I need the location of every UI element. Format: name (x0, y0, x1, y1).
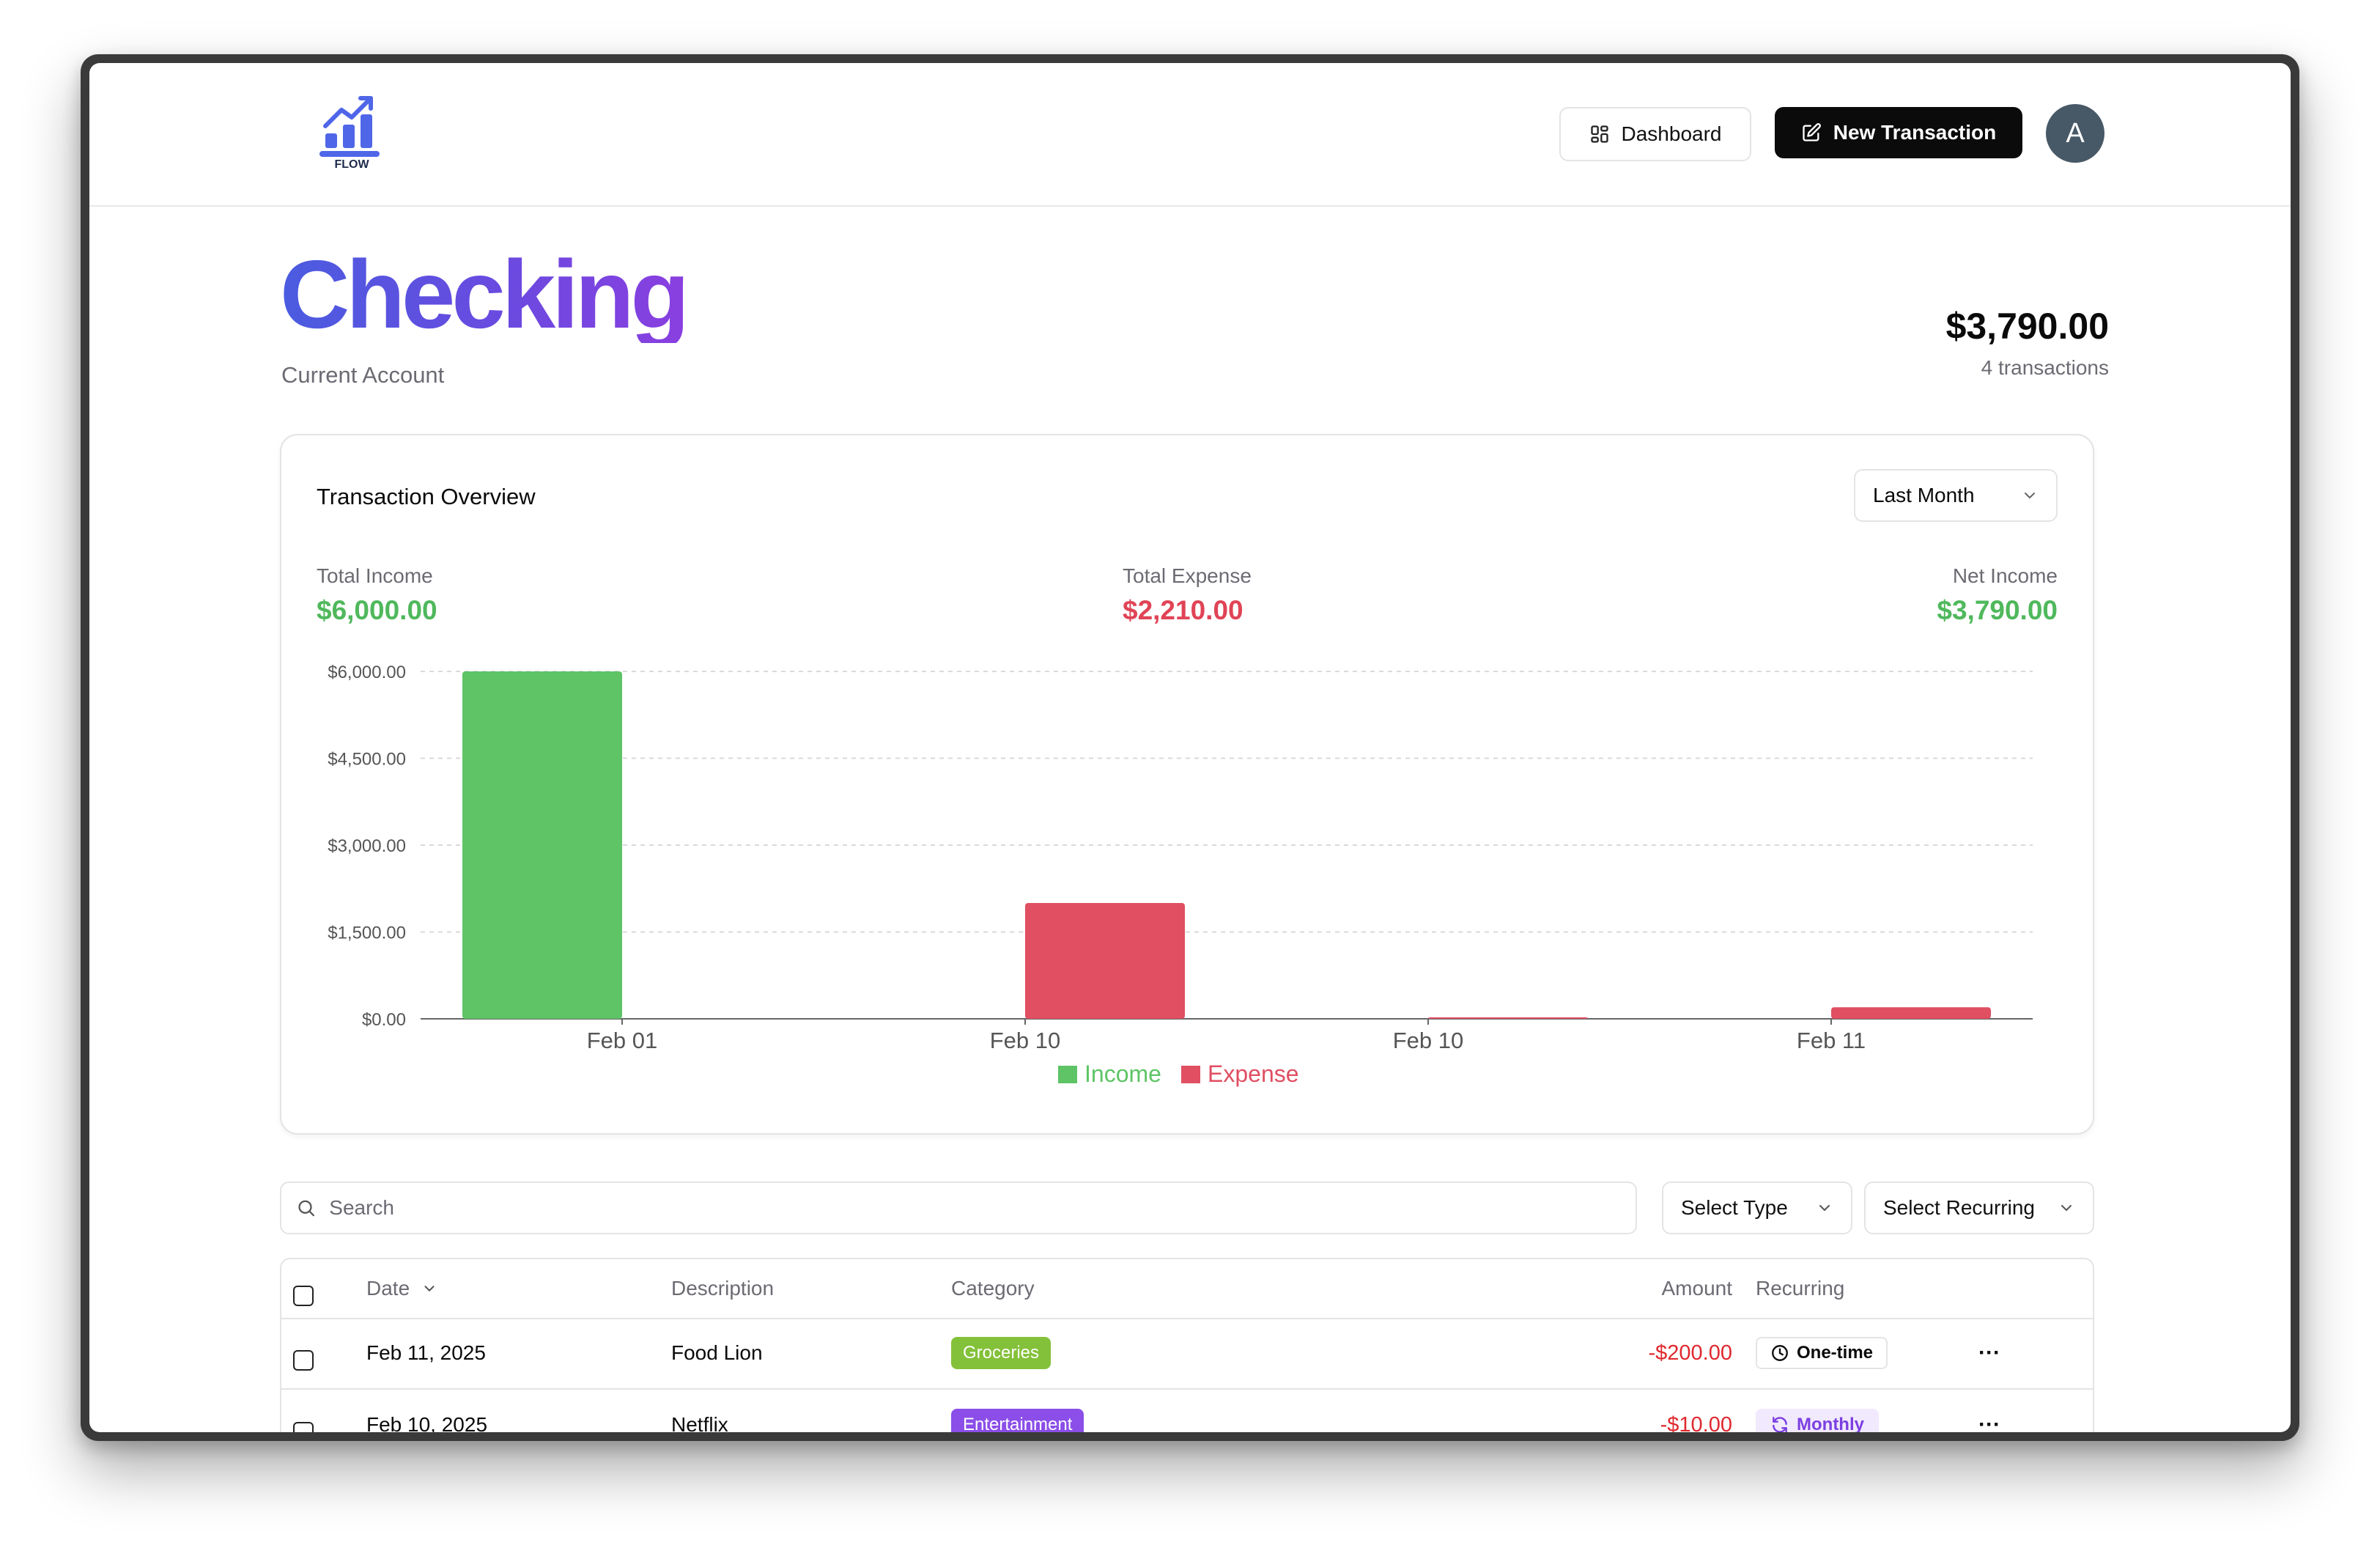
row-amount: -$200.00 (1648, 1341, 1733, 1365)
transaction-count: 4 transactions (1981, 356, 2109, 379)
flow-logo[interactable]: FLOW (315, 92, 388, 173)
row-checkbox[interactable] (293, 1350, 314, 1371)
x-tick-label: Feb 10 (1393, 1028, 1464, 1053)
category-badge: Groceries (951, 1337, 1052, 1369)
row-category-cell: Entertainment (951, 1390, 1084, 1432)
bar-expense (1025, 903, 1185, 1019)
row-checkbox[interactable] (293, 1422, 314, 1432)
user-avatar[interactable]: A (2046, 104, 2104, 163)
transaction-overview-card: Transaction Overview Last Month Total In… (280, 434, 2094, 1135)
table-row[interactable]: Feb 11, 2025 Food Lion Groceries -$200.0… (281, 1318, 2093, 1390)
bar-expense (1831, 1007, 1991, 1019)
recurring-select-label: Select Recurring (1883, 1196, 2035, 1219)
transaction-bar-chart: $0.00 $1,500.00 $3,000.00 $4,500.00 $6,000.0… (328, 663, 2033, 1087)
type-select[interactable]: Select Type (1662, 1182, 1852, 1234)
row-actions-button[interactable]: ··· (1978, 1390, 2000, 1432)
x-tick-label: Feb 01 (587, 1028, 658, 1053)
category-column-header: Category (951, 1277, 1035, 1300)
row-date: Feb 10, 2025 (366, 1413, 488, 1432)
legend-swatch (1058, 1066, 1077, 1083)
bar-expense (1428, 1017, 1588, 1019)
legend-label: Expense (1208, 1061, 1299, 1087)
bar-income (462, 671, 622, 1019)
logo-text: FLOW (334, 158, 369, 171)
search-input[interactable] (328, 1195, 1636, 1220)
app-window: FLOW Dashboard New Transaction A Checkin… (81, 54, 2299, 1441)
legend-swatch (1181, 1066, 1200, 1083)
new-transaction-button[interactable]: New Transaction (1775, 107, 2022, 158)
y-tick-label: $4,500.00 (328, 750, 406, 770)
y-tick-label: $0.00 (362, 1010, 406, 1030)
dashboard-button-label: Dashboard (1621, 122, 1722, 145)
new-transaction-label: New Transaction (1833, 121, 1997, 144)
row-recurring-cell: Monthly (1756, 1390, 1879, 1432)
refresh-icon (1773, 1417, 1787, 1432)
edit-icon (1803, 123, 1821, 141)
table-row[interactable]: Feb 10, 2025 Netflix Entertainment -$10.… (281, 1390, 2093, 1432)
sort-chevron-icon (424, 1286, 435, 1291)
row-category-cell: Groceries (951, 1318, 1052, 1388)
row-actions-button[interactable]: ··· (1978, 1318, 2000, 1388)
type-select-label: Select Type (1681, 1196, 1788, 1219)
clock-icon (1772, 1345, 1788, 1361)
amount-column-header: Amount (1661, 1277, 1733, 1300)
select-all-checkbox[interactable] (293, 1286, 314, 1306)
recurring-column-header: Recurring (1756, 1277, 1845, 1300)
row-recurring-cell: One-time (1756, 1318, 1888, 1388)
y-tick-label: $1,500.00 (328, 924, 406, 943)
row-select-cell (293, 1397, 314, 1432)
chevron-down-icon (1819, 1205, 1830, 1211)
dashboard-grid-icon (1590, 125, 1608, 143)
recurring-badge-label: One-time (1797, 1343, 1874, 1363)
account-type: Current Account (281, 362, 445, 388)
y-tick-label: $3,000.00 (328, 836, 406, 856)
transactions-table: Date Description Category Amount Recurri… (280, 1258, 2094, 1432)
chevron-down-icon (2061, 1205, 2072, 1211)
recurring-badge-label: Monthly (1797, 1415, 1864, 1432)
select-all-cell (293, 1267, 314, 1325)
recurring-badge: Monthly (1756, 1409, 1879, 1432)
dashboard-button[interactable]: Dashboard (1559, 107, 1751, 161)
category-badge: Entertainment (951, 1409, 1084, 1432)
recurring-select[interactable]: Select Recurring (1864, 1182, 2094, 1234)
row-description: Netflix (671, 1413, 728, 1432)
y-tick-label: $6,000.00 (328, 663, 406, 682)
row-description: Food Lion (671, 1341, 763, 1364)
search-icon (298, 1200, 315, 1217)
date-column-header[interactable]: Date (366, 1259, 437, 1318)
x-tick-label: Feb 10 (990, 1028, 1061, 1053)
account-name: Checking (280, 240, 690, 348)
search-box[interactable] (280, 1182, 1637, 1234)
x-tick-label: Feb 11 (1797, 1028, 1866, 1053)
legend-label: Income (1084, 1061, 1161, 1087)
row-select-cell (293, 1325, 314, 1396)
table-header-row: Date Description Category Amount Recurri… (281, 1259, 2093, 1319)
app-screen: FLOW Dashboard New Transaction A Checkin… (89, 63, 2291, 1432)
account-balance: $3,790.00 (1945, 306, 2109, 347)
top-nav: FLOW Dashboard New Transaction A (89, 63, 2291, 207)
description-column-header: Description (671, 1277, 775, 1300)
recurring-badge: One-time (1756, 1337, 1888, 1369)
row-date: Feb 11, 2025 (366, 1341, 486, 1364)
date-column-label: Date (366, 1277, 410, 1300)
row-amount: -$10.00 (1660, 1412, 1732, 1433)
